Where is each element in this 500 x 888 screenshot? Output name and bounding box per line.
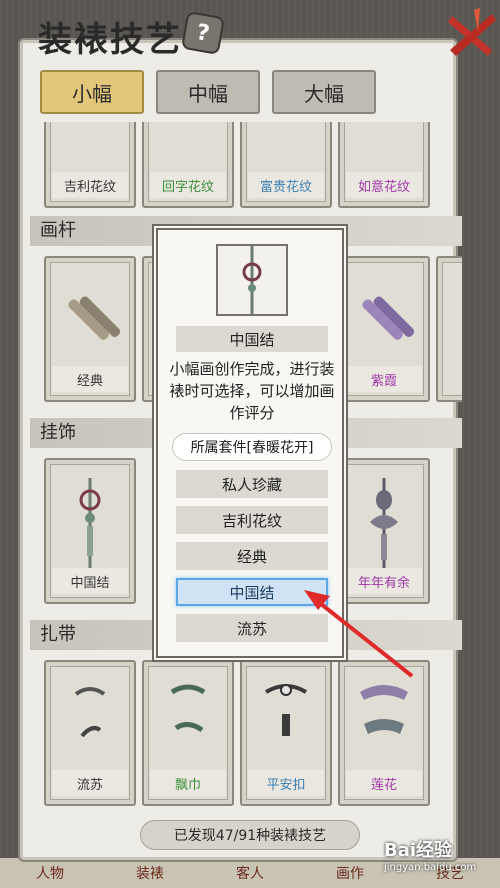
card-pattern-2[interactable]: 回字花纹	[142, 122, 234, 208]
card-pattern-3[interactable]: 富贵花纹	[240, 122, 332, 208]
page-title: 装裱技艺	[38, 20, 182, 60]
fish-ornament-icon	[370, 478, 398, 570]
card-pattern-1[interactable]: 吉利花纹	[44, 122, 136, 208]
card-label: 如意花纹	[346, 172, 422, 198]
discovered-count: 已发现47/91种装裱技艺	[140, 820, 360, 850]
card-label: 平安扣	[248, 770, 324, 796]
bottom-tab-1[interactable]: 装裱	[136, 863, 164, 883]
scarf-icon	[170, 684, 206, 733]
card-label: 吉利花纹	[52, 172, 128, 198]
card-label: 莲花	[346, 770, 422, 796]
watermark-brand: Bai经验	[384, 840, 453, 861]
card-rod-purple[interactable]: 紫霞	[338, 256, 430, 402]
item-description: 小幅画创作完成，进行装裱时可选择，可以增加画作评分	[169, 360, 335, 422]
close-icon	[448, 8, 496, 56]
card-ornament-fish[interactable]: 年年有余	[338, 458, 430, 604]
card-ornament-knot[interactable]: 中国结	[44, 458, 136, 604]
combo-option-1[interactable]: 吉利花纹	[176, 506, 328, 534]
card-label: 富贵花纹	[248, 172, 324, 198]
chinese-knot-icon	[79, 478, 101, 570]
baidu-watermark: Bai经验 jingyan.baidu.com	[384, 836, 496, 886]
card-label: 经典	[52, 366, 128, 392]
card-label: 中国结	[52, 568, 128, 594]
card-rod-classic[interactable]: 经典	[44, 256, 136, 402]
combo-option-2[interactable]: 经典	[176, 542, 328, 570]
card-ribbon-scarf[interactable]: 飘巾	[142, 660, 234, 806]
card-ribbon-tassel[interactable]: 流苏	[44, 660, 136, 806]
item-name: 中国结	[176, 326, 328, 352]
item-thumbnail	[216, 244, 288, 316]
tab-medium[interactable]: 中幅	[156, 70, 260, 114]
card-label: 回字花纹	[150, 172, 226, 198]
watermark-url: jingyan.baidu.com	[384, 862, 477, 873]
red-arrow-annotation	[304, 590, 414, 678]
help-button[interactable]: ?	[180, 10, 226, 56]
item-set: 所属套件[春暖花开]	[172, 433, 332, 461]
card-label: 紫霞	[346, 366, 422, 392]
help-icon: ?	[194, 19, 212, 47]
combo-option-0[interactable]: 私人珍藏	[176, 470, 328, 498]
scroll-rod-icon	[362, 296, 415, 340]
card-label: 流苏	[52, 770, 128, 796]
tab-large[interactable]: 大幅	[272, 70, 376, 114]
card-rod-partial[interactable]	[436, 256, 462, 402]
close-button[interactable]	[444, 6, 500, 62]
size-tabs: 小幅 中幅 大幅	[40, 70, 376, 114]
bottom-tab-0[interactable]: 人物	[36, 863, 64, 883]
card-label: 飘巾	[150, 770, 226, 796]
tassel-icon	[74, 687, 106, 738]
tab-small[interactable]: 小幅	[40, 70, 144, 114]
bottom-tab-3[interactable]: 画作	[336, 863, 364, 883]
bottom-tab-2[interactable]: 客人	[236, 863, 264, 883]
lotus-icon	[360, 685, 408, 734]
scroll-rod-icon	[68, 296, 121, 340]
chinese-knot-icon	[242, 246, 262, 314]
card-pattern-4[interactable]: 如意花纹	[338, 122, 430, 208]
ping-an-clasp-icon	[264, 684, 308, 736]
title-bar: 装裱技艺 ?	[4, 0, 496, 60]
